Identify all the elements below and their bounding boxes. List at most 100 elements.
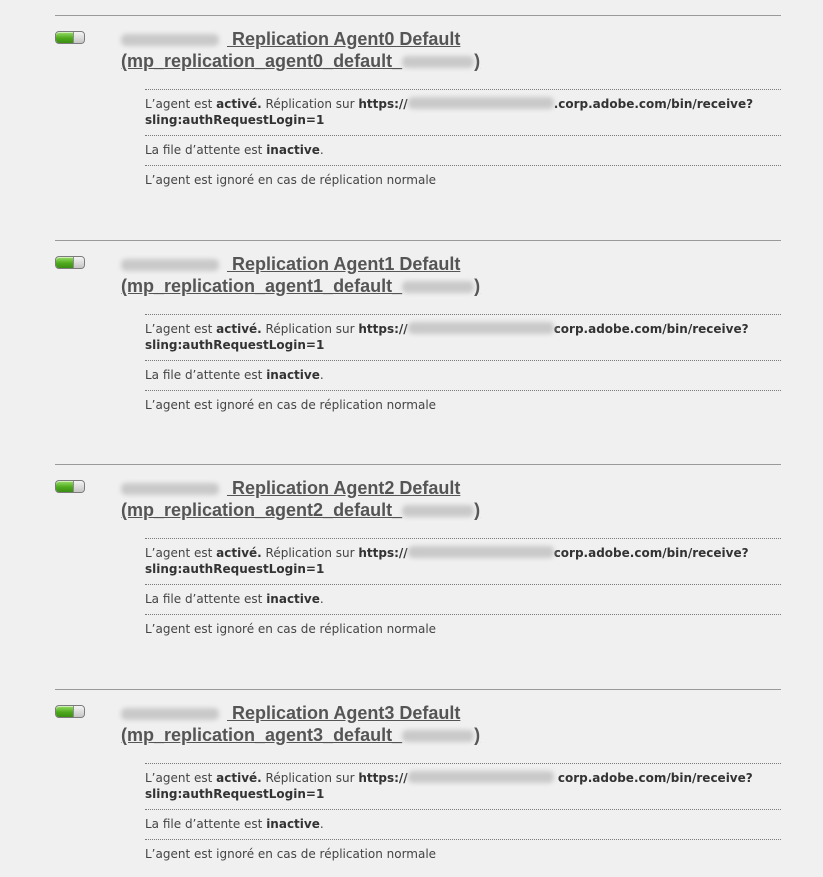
- divider: [55, 464, 781, 465]
- queue-status-row: La file d’attente est inactive.: [145, 360, 781, 390]
- agent-toggle-switch[interactable]: [55, 256, 85, 269]
- toggle-on-indicator: [56, 481, 74, 492]
- status-text: L’agent est: [145, 97, 217, 111]
- status-state: activé.: [216, 546, 262, 560]
- agent-status-row: L’agent est activé. Réplication sur http…: [145, 763, 781, 809]
- redacted-url-host: [407, 97, 554, 109]
- redacted-username: [402, 730, 475, 742]
- agent-details: L’agent est activé. Réplication sur http…: [145, 763, 781, 869]
- agent-status-row: L’agent est activé. Réplication sur http…: [145, 538, 781, 584]
- redacted-hostname: [121, 708, 219, 720]
- queue-state: inactive: [266, 817, 320, 831]
- agent-title-text: Replication Agent0 Default: [227, 29, 461, 49]
- url-scheme: https://: [358, 97, 408, 111]
- queue-state: inactive: [266, 143, 320, 157]
- url-query: sling:authRequestLogin=1: [145, 562, 325, 576]
- ignored-text: L’agent est ignoré en cas de réplication…: [145, 847, 437, 861]
- url-path: corp.adobe.com/bin/receive?: [553, 322, 749, 336]
- queue-text: La file d’attente est: [145, 817, 267, 831]
- agent-details: L’agent est activé. Réplication sur http…: [145, 314, 781, 420]
- replication-text: Réplication sur: [261, 546, 359, 560]
- redacted-hostname: [121, 259, 219, 271]
- agent-id-open: (mp_replication_agent1_default_: [121, 276, 403, 296]
- url-query: sling:authRequestLogin=1: [145, 113, 325, 127]
- agent-id-open: (mp_replication_agent2_default_: [121, 500, 403, 520]
- queue-status-row: La file d’attente est inactive.: [145, 584, 781, 614]
- status-text: L’agent est: [145, 322, 217, 336]
- redacted-url-host: [407, 771, 554, 783]
- toggle-on-indicator: [56, 706, 74, 717]
- queue-period: .: [319, 143, 324, 157]
- status-state: activé.: [216, 771, 262, 785]
- queue-period: .: [319, 368, 324, 382]
- url-scheme: https://: [358, 771, 408, 785]
- url-scheme: https://: [358, 322, 408, 336]
- agent-block-2: Replication Agent2 Default (mp_replicati…: [55, 464, 781, 688]
- replication-text: Réplication sur: [261, 97, 359, 111]
- replication-text: Réplication sur: [261, 322, 359, 336]
- divider: [55, 689, 781, 690]
- toggle-on-indicator: [56, 32, 74, 43]
- queue-text: La file d’attente est: [145, 368, 267, 382]
- agent-title-link[interactable]: Replication Agent3 Default (mp_replicati…: [121, 702, 541, 746]
- toggle-knob: [73, 481, 84, 492]
- agent-toggle-switch[interactable]: [55, 480, 85, 493]
- agent-id-close: ): [474, 725, 481, 745]
- url-query: sling:authRequestLogin=1: [145, 787, 325, 801]
- queue-period: .: [319, 592, 324, 606]
- agent-status-row: L’agent est activé. Réplication sur http…: [145, 314, 781, 360]
- url-query: sling:authRequestLogin=1: [145, 338, 325, 352]
- agent-title-text: Replication Agent1 Default: [227, 254, 461, 274]
- ignored-text: L’agent est ignoré en cas de réplication…: [145, 622, 437, 636]
- toggle-knob: [73, 32, 84, 43]
- agent-id-close: ): [474, 276, 481, 296]
- redacted-username: [402, 56, 475, 68]
- ignored-text: L’agent est ignoré en cas de réplication…: [145, 398, 437, 412]
- url-path: .corp.adobe.com/bin/receive?: [553, 97, 754, 111]
- agent-details: L’agent est activé. Réplication sur http…: [145, 538, 781, 644]
- ignored-row: L’agent est ignoré en cas de réplication…: [145, 614, 781, 644]
- agent-status-row: L’agent est activé. Réplication sur http…: [145, 89, 781, 135]
- agent-block-1: Replication Agent1 Default (mp_replicati…: [55, 240, 781, 464]
- agent-title-link[interactable]: Replication Agent2 Default (mp_replicati…: [121, 477, 541, 521]
- agent-title-link[interactable]: Replication Agent1 Default (mp_replicati…: [121, 253, 541, 297]
- agent-toggle-switch[interactable]: [55, 31, 85, 44]
- queue-state: inactive: [266, 368, 320, 382]
- replication-text: Réplication sur: [261, 771, 359, 785]
- agent-id-open: (mp_replication_agent0_default_: [121, 51, 403, 71]
- toggle-knob: [73, 257, 84, 268]
- ignored-text: L’agent est ignoré en cas de réplication…: [145, 173, 437, 187]
- ignored-row: L’agent est ignoré en cas de réplication…: [145, 839, 781, 869]
- agent-title-link[interactable]: Replication Agent0 Default (mp_replicati…: [121, 28, 541, 72]
- agent-toggle-switch[interactable]: [55, 705, 85, 718]
- agent-id-close: ): [474, 51, 481, 71]
- redacted-hostname: [121, 34, 219, 46]
- ignored-row: L’agent est ignoré en cas de réplication…: [145, 165, 781, 195]
- agent-title-text: Replication Agent2 Default: [227, 478, 461, 498]
- redacted-url-host: [407, 322, 554, 334]
- queue-period: .: [319, 817, 324, 831]
- redacted-hostname: [121, 483, 219, 495]
- agent-block-3: Replication Agent3 Default (mp_replicati…: [55, 689, 781, 877]
- url-scheme: https://: [358, 546, 408, 560]
- redacted-username: [402, 281, 475, 293]
- agent-details: L’agent est activé. Réplication sur http…: [145, 89, 781, 195]
- status-state: activé.: [216, 97, 262, 111]
- agent-id-close: ): [474, 500, 481, 520]
- queue-status-row: La file d’attente est inactive.: [145, 809, 781, 839]
- status-text: L’agent est: [145, 546, 217, 560]
- agent-id-open: (mp_replication_agent3_default_: [121, 725, 403, 745]
- url-path: corp.adobe.com/bin/receive?: [553, 546, 749, 560]
- agent-title-text: Replication Agent3 Default: [227, 703, 461, 723]
- status-text: L’agent est: [145, 771, 217, 785]
- status-state: activé.: [216, 322, 262, 336]
- queue-text: La file d’attente est: [145, 592, 267, 606]
- redacted-username: [402, 505, 475, 517]
- divider: [55, 240, 781, 241]
- queue-text: La file d’attente est: [145, 143, 267, 157]
- divider: [55, 15, 781, 16]
- redacted-url-host: [407, 546, 554, 558]
- url-path: corp.adobe.com/bin/receive?: [553, 771, 753, 785]
- agent-block-0: Replication Agent0 Default (mp_replicati…: [55, 15, 781, 239]
- queue-state: inactive: [266, 592, 320, 606]
